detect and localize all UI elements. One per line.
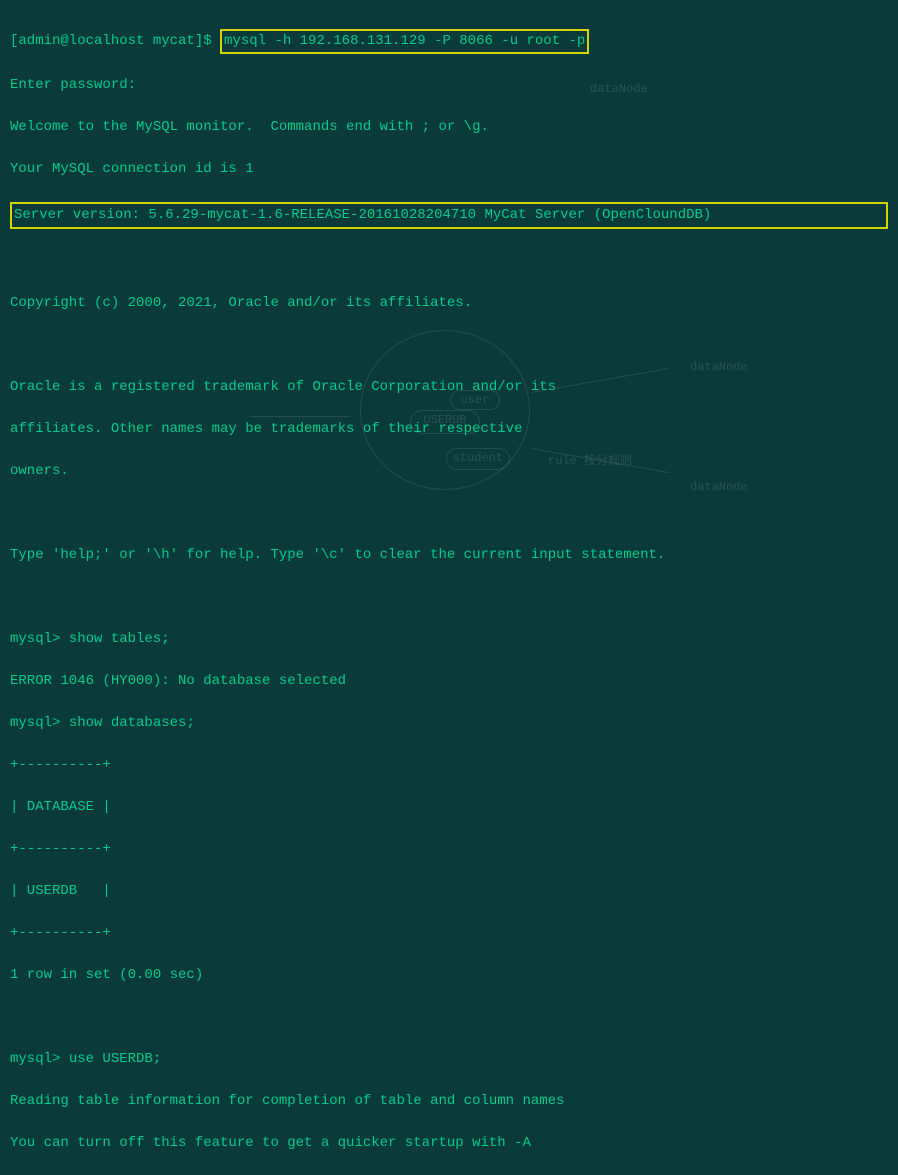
table-header: | DATABASE |	[10, 797, 888, 818]
blank-1	[10, 251, 888, 272]
mysql-cmd-use: mysql> use USERDB;	[10, 1049, 888, 1070]
line-trademark-2: affiliates. Other names may be trademark…	[10, 419, 888, 440]
table-sep-top: +----------+	[10, 755, 888, 776]
blank-4	[10, 587, 888, 608]
cmd-text: show tables;	[60, 631, 169, 647]
reading-1: Reading table information for completion…	[10, 1091, 888, 1112]
mysql-prompt: mysql>	[10, 1051, 60, 1067]
rowset-line: 1 row in set (0.00 sec)	[10, 965, 888, 986]
mysql-cmd-show-tables: mysql> show tables;	[10, 629, 888, 650]
cmd-text: use USERDB;	[60, 1051, 161, 1067]
line-welcome: Welcome to the MySQL monitor. Commands e…	[10, 117, 888, 138]
mysql-prompt: mysql>	[10, 715, 60, 731]
table-sep-mid: +----------+	[10, 839, 888, 860]
line-trademark-1: Oracle is a registered trademark of Orac…	[10, 377, 888, 398]
reading-2: You can turn off this feature to get a q…	[10, 1133, 888, 1154]
line-enter-password: Enter password:	[10, 75, 888, 96]
cmd-text: show databases;	[60, 715, 194, 731]
table-row-1: | USERDB |	[10, 881, 888, 902]
mysql-prompt: mysql>	[10, 631, 60, 647]
shell-prompt: [admin@localhost mycat]$	[10, 33, 212, 49]
table-sep-bot: +----------+	[10, 923, 888, 944]
line-conn-id: Your MySQL connection id is 1	[10, 159, 888, 180]
line-trademark-3: owners.	[10, 461, 888, 482]
shell-prompt-line: [admin@localhost mycat]$ mysql -h 192.16…	[10, 29, 888, 54]
line-help: Type 'help;' or '\h' for help. Type '\c'…	[10, 545, 888, 566]
highlighted-server-version: Server version: 5.6.29-mycat-1.6-RELEASE…	[10, 202, 888, 229]
highlighted-command: mysql -h 192.168.131.129 -P 8066 -u root…	[220, 29, 589, 54]
error-1046: ERROR 1046 (HY000): No database selected	[10, 671, 888, 692]
line-copyright: Copyright (c) 2000, 2021, Oracle and/or …	[10, 293, 888, 314]
blank-5	[10, 1007, 888, 1028]
terminal-output[interactable]: [admin@localhost mycat]$ mysql -h 192.16…	[10, 8, 888, 1175]
blank-2	[10, 335, 888, 356]
blank-3	[10, 503, 888, 524]
mysql-cmd-show-db: mysql> show databases;	[10, 713, 888, 734]
